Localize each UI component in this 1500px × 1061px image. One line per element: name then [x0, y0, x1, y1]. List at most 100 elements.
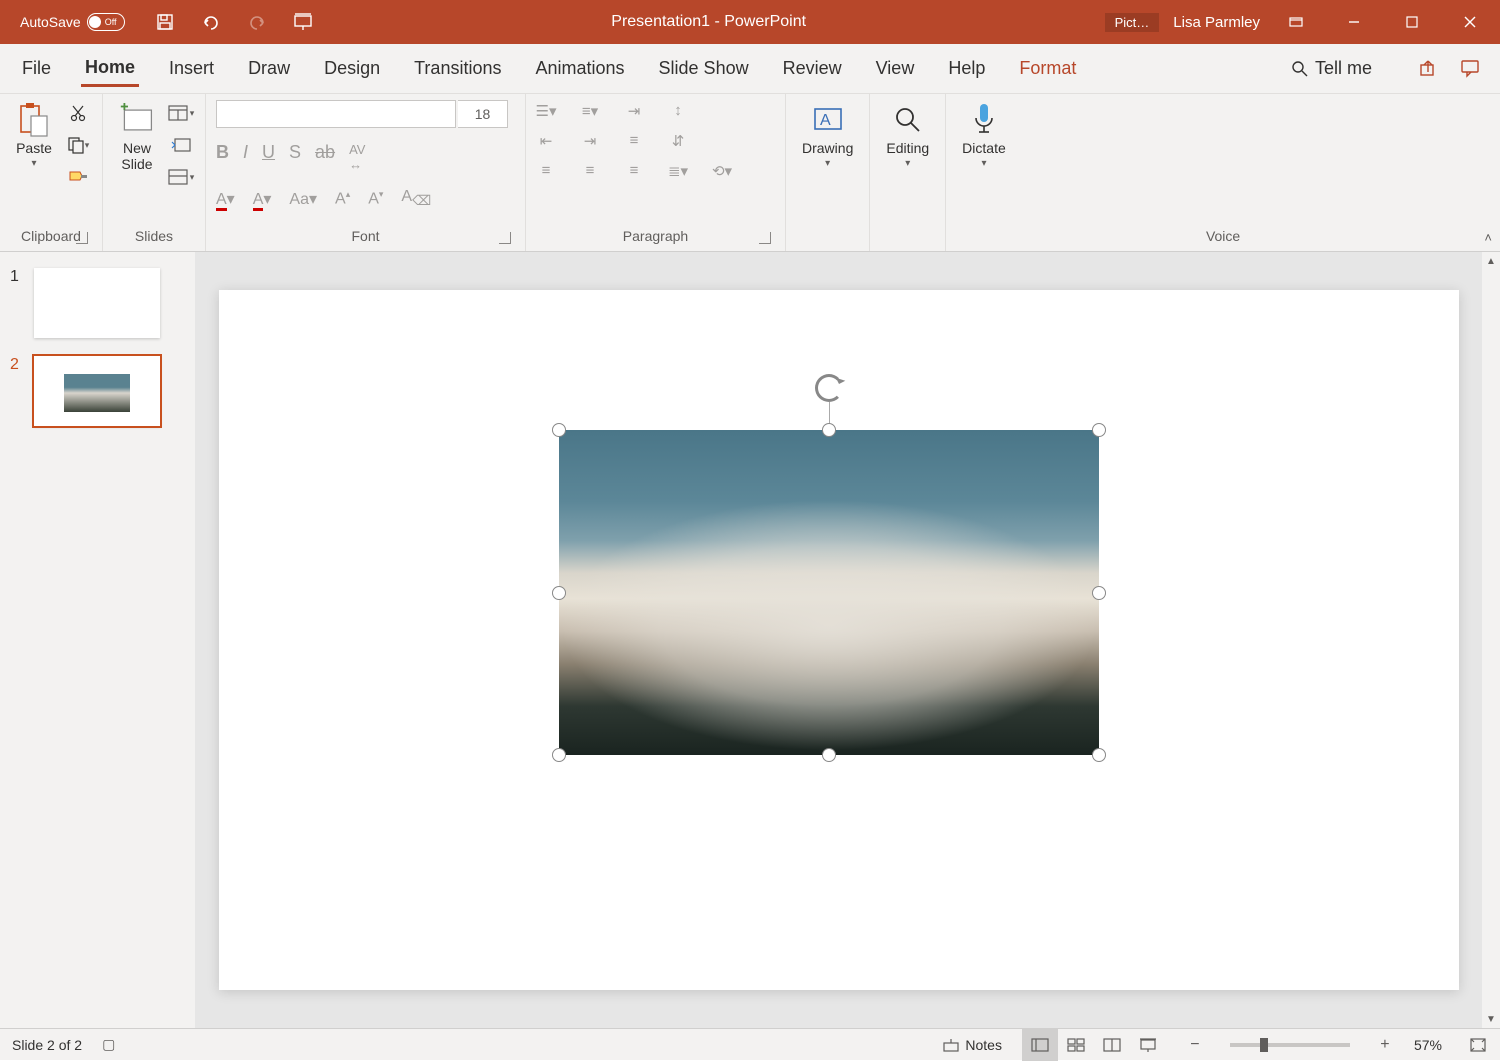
slideshow-view-icon[interactable]: [1130, 1029, 1166, 1061]
align-left-icon[interactable]: ≡: [536, 162, 556, 180]
tab-design[interactable]: Design: [320, 52, 384, 85]
clear-format-icon[interactable]: A⌫: [401, 188, 431, 209]
spell-check-icon[interactable]: ▢: [102, 1036, 115, 1053]
resize-handle-t[interactable]: [822, 423, 836, 437]
reset-icon[interactable]: [167, 132, 195, 158]
zoom-level[interactable]: 57%: [1414, 1037, 1442, 1053]
sorter-view-icon[interactable]: [1058, 1029, 1094, 1061]
save-icon[interactable]: [155, 12, 175, 32]
cut-icon[interactable]: [64, 100, 92, 126]
font-color-underline-icon[interactable]: A▾: [216, 189, 235, 209]
scroll-down-icon[interactable]: ▼: [1482, 1010, 1500, 1028]
comments-icon[interactable]: [1460, 58, 1482, 80]
bullets-icon[interactable]: ☰▾: [536, 102, 556, 120]
close-icon[interactable]: [1448, 0, 1492, 44]
tab-insert[interactable]: Insert: [165, 52, 218, 85]
underline-button[interactable]: U: [262, 142, 275, 172]
new-slide-button[interactable]: New Slide: [113, 100, 161, 174]
layout-icon[interactable]: ▾: [167, 100, 195, 126]
ribbon-display-icon[interactable]: [1274, 0, 1318, 44]
tab-file[interactable]: File: [18, 52, 55, 85]
font-color-icon[interactable]: A▾: [253, 189, 272, 209]
zoom-slider[interactable]: [1230, 1043, 1350, 1047]
normal-view-icon[interactable]: [1022, 1029, 1058, 1061]
tell-me-search[interactable]: Tell me: [1291, 58, 1372, 79]
tab-slideshow[interactable]: Slide Show: [655, 52, 753, 85]
minimize-icon[interactable]: [1332, 0, 1376, 44]
reading-view-icon[interactable]: [1094, 1029, 1130, 1061]
thumbnail-2[interactable]: 2: [10, 356, 185, 426]
resize-handle-tr[interactable]: [1092, 423, 1106, 437]
share-icon[interactable]: [1418, 58, 1440, 80]
clipboard-launcher[interactable]: [76, 232, 88, 244]
paragraph-launcher[interactable]: [759, 232, 771, 244]
resize-handle-br[interactable]: [1092, 748, 1106, 762]
present-icon[interactable]: [293, 12, 313, 32]
smartart-icon[interactable]: ⟲▾: [712, 162, 732, 180]
ltr-icon[interactable]: ≡: [624, 132, 644, 150]
autosave-switch[interactable]: Off: [87, 13, 125, 31]
dictate-button[interactable]: Dictate ▾: [956, 100, 1012, 171]
selected-image[interactable]: [559, 430, 1099, 755]
drawing-button[interactable]: A Drawing ▾: [796, 100, 859, 171]
shadow-button[interactable]: S: [289, 142, 301, 172]
change-case-icon[interactable]: Aa▾: [289, 189, 317, 209]
group-font: 18 B I U S ab AV↔ A▾ A▾ Aa▾ A▴ A▾ A⌫ Fon…: [206, 94, 526, 251]
scroll-up-icon[interactable]: ▲: [1482, 252, 1500, 270]
font-size-input[interactable]: 18: [458, 100, 508, 128]
fit-window-icon[interactable]: [1470, 1038, 1488, 1052]
redo-icon[interactable]: [247, 12, 267, 32]
autosave-toggle[interactable]: AutoSave Off: [20, 13, 125, 31]
slide-canvas-area[interactable]: [195, 252, 1482, 1028]
increase-indent-icon[interactable]: ⇥: [580, 132, 600, 150]
italic-button[interactable]: I: [243, 142, 248, 172]
align-right-icon[interactable]: ≡: [624, 162, 644, 180]
decrease-indent-icon[interactable]: ⇤: [536, 132, 556, 150]
spacing-button[interactable]: AV↔: [349, 142, 365, 172]
format-painter-icon[interactable]: [64, 164, 92, 190]
zoom-in-button[interactable]: +: [1376, 1036, 1394, 1054]
columns-icon[interactable]: ≣▾: [668, 162, 688, 180]
list-level-icon[interactable]: ⇥: [624, 102, 644, 120]
tab-draw[interactable]: Draw: [244, 52, 294, 85]
maximize-icon[interactable]: [1390, 0, 1434, 44]
collapse-ribbon-icon[interactable]: ˄: [1484, 230, 1492, 245]
align-center-icon[interactable]: ≡: [580, 162, 600, 180]
paste-button[interactable]: Paste ▾: [10, 100, 58, 171]
tab-transitions[interactable]: Transitions: [410, 52, 505, 85]
font-launcher[interactable]: [499, 232, 511, 244]
shrink-font-icon[interactable]: A▾: [368, 189, 383, 208]
line-spacing-icon[interactable]: ↕: [668, 102, 688, 120]
resize-handle-b[interactable]: [822, 748, 836, 762]
tab-help[interactable]: Help: [944, 52, 989, 85]
user-name[interactable]: Lisa Parmley: [1173, 14, 1260, 31]
slide[interactable]: [219, 290, 1459, 990]
copy-icon[interactable]: ▾: [64, 132, 92, 158]
slide-thumbnails[interactable]: 1 2: [0, 252, 195, 1028]
bold-button[interactable]: B: [216, 142, 229, 172]
thumbnail-1[interactable]: 1: [10, 268, 185, 338]
text-direction-icon[interactable]: ⇵: [668, 132, 688, 150]
resize-handle-tl[interactable]: [552, 423, 566, 437]
notes-button[interactable]: Notes: [943, 1037, 1002, 1053]
undo-icon[interactable]: [201, 12, 221, 32]
tab-home[interactable]: Home: [81, 51, 139, 87]
numbering-icon[interactable]: ≡▾: [580, 102, 600, 120]
resize-handle-r[interactable]: [1092, 586, 1106, 600]
zoom-slider-knob[interactable]: [1260, 1038, 1268, 1052]
tab-animations[interactable]: Animations: [531, 52, 628, 85]
strike-button[interactable]: ab: [315, 142, 335, 172]
tab-view[interactable]: View: [872, 52, 919, 85]
mountain-image[interactable]: [559, 430, 1099, 755]
zoom-out-button[interactable]: −: [1186, 1036, 1204, 1054]
section-icon[interactable]: ▾: [167, 164, 195, 190]
tab-review[interactable]: Review: [779, 52, 846, 85]
resize-handle-bl[interactable]: [552, 748, 566, 762]
font-name-input[interactable]: [216, 100, 456, 128]
grow-font-icon[interactable]: A▴: [335, 189, 350, 208]
resize-handle-l[interactable]: [552, 586, 566, 600]
rotate-handle[interactable]: [815, 374, 843, 402]
editing-button[interactable]: Editing ▾: [880, 100, 935, 171]
vertical-scrollbar[interactable]: ▲ ▼: [1482, 252, 1500, 1028]
tab-format[interactable]: Format: [1015, 52, 1080, 85]
